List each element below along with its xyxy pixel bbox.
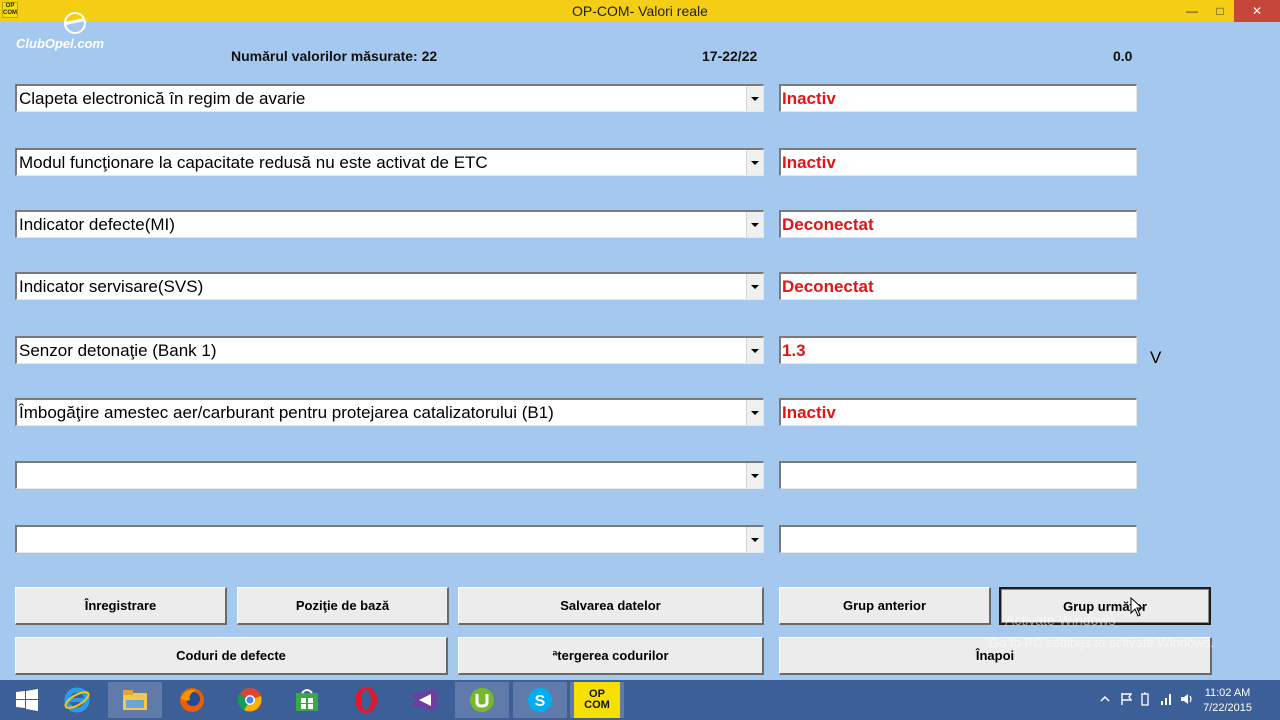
window-controls: — □ ✕	[1178, 0, 1280, 22]
param-value: Deconectat	[782, 215, 874, 234]
value-field-6: Inactiv	[779, 398, 1137, 426]
visual-studio-icon[interactable]	[397, 682, 451, 718]
start-icon[interactable]	[0, 682, 54, 718]
value-field-4: Deconectat	[779, 272, 1137, 300]
chrome-icon[interactable]	[223, 682, 277, 718]
speaker-icon[interactable]	[1180, 692, 1192, 706]
opcom-icon[interactable]: OP COM	[570, 682, 624, 718]
param-select-8[interactable]	[15, 525, 764, 553]
value-field-2: Inactiv	[779, 148, 1137, 176]
unit-label: V	[1150, 348, 1162, 367]
param-value: 1.3	[782, 341, 806, 360]
group-range-label: 17-22/22	[702, 48, 758, 64]
param-label: Clapeta electronică în regim de avarie	[19, 89, 306, 108]
param-select-1[interactable]: Clapeta electronică în regim de avarie	[15, 84, 764, 112]
internet-explorer-icon[interactable]	[50, 682, 104, 718]
opera-icon[interactable]	[339, 682, 393, 718]
chevron-down-icon[interactable]	[746, 274, 763, 299]
mouse-cursor-icon	[1130, 597, 1144, 617]
fault-codes-button[interactable]: Coduri de defecte	[15, 637, 448, 675]
value-field-7	[779, 461, 1137, 489]
utorrent-icon[interactable]	[455, 682, 509, 718]
save-data-button[interactable]: Salvarea datelor	[458, 587, 764, 625]
param-label: Indicator defecte(MI)	[19, 215, 175, 234]
clubopel-logo: ClubOpel.com	[14, 12, 124, 56]
value-field-1: Inactiv	[779, 84, 1137, 112]
param-label: Modul funcţionare la capacitate redusă n…	[19, 153, 488, 172]
param-value: Deconectat	[782, 277, 874, 296]
network-icon[interactable]	[1160, 692, 1171, 706]
chevron-down-icon[interactable]	[746, 86, 763, 111]
clear-codes-button[interactable]: ªtergerea codurilor	[458, 637, 764, 675]
param-label: Indicator servisare(SVS)	[19, 277, 204, 296]
close-button[interactable]: ✕	[1234, 0, 1280, 22]
logo-text: ClubOpel.com	[16, 36, 105, 51]
param-label: Îmbogăţire amestec aer/carburant pentru …	[19, 403, 554, 422]
record-button[interactable]: Înregistrare	[15, 587, 227, 625]
param-select-4[interactable]: Indicator servisare(SVS)	[15, 272, 764, 300]
flag-icon[interactable]	[1120, 692, 1133, 706]
chevron-down-icon[interactable]	[746, 338, 763, 363]
measured-count-label: Numărul valorilor măsurate: 22	[231, 48, 438, 64]
window-title: OP-COM- Valori reale	[572, 3, 708, 19]
system-tray	[1100, 692, 1192, 706]
param-label: Senzor detonaţie (Bank 1)	[19, 341, 217, 360]
battery-icon[interactable]	[1140, 692, 1150, 706]
param-select-7[interactable]	[15, 461, 764, 489]
param-value: Inactiv	[782, 89, 836, 108]
time-value-label: 0.0	[1113, 48, 1133, 64]
minimize-button[interactable]: —	[1178, 0, 1206, 22]
param-value: Inactiv	[782, 153, 836, 172]
param-select-6[interactable]: Îmbogăţire amestec aer/carburant pentru …	[15, 398, 764, 426]
opcom-taskbar-label: OP COM	[574, 682, 620, 718]
param-select-3[interactable]: Indicator defecte(MI)	[15, 210, 764, 238]
param-value: Inactiv	[782, 403, 836, 422]
activate-windows-hint: Go to PC settings to activate Windows.	[989, 635, 1214, 650]
param-select-2[interactable]: Modul funcţionare la capacitate redusă n…	[15, 148, 764, 176]
chevron-down-icon[interactable]	[746, 150, 763, 175]
skype-icon[interactable]: S	[513, 682, 567, 718]
chevron-down-icon[interactable]	[746, 527, 763, 552]
activate-windows-title: Activate Windows	[1005, 612, 1116, 628]
chevron-up-icon[interactable]	[1100, 692, 1110, 706]
store-icon[interactable]	[280, 682, 334, 718]
svg-text:S: S	[535, 693, 546, 710]
taskbar: S OP COM 11:02 AM 7/22/2015	[0, 680, 1280, 720]
base-position-button[interactable]: Poziţie de bază	[237, 587, 449, 625]
chevron-down-icon[interactable]	[746, 463, 763, 488]
maximize-button[interactable]: □	[1206, 0, 1234, 22]
chevron-down-icon[interactable]	[746, 212, 763, 237]
clock-date: 7/22/2015	[1203, 702, 1252, 714]
firefox-icon[interactable]	[165, 682, 219, 718]
value-field-8	[779, 525, 1137, 553]
param-select-5[interactable]: Senzor detonaţie (Bank 1)	[15, 336, 764, 364]
title-bar: OP COM OP-COM- Valori reale — □ ✕	[0, 0, 1280, 22]
taskbar-clock[interactable]: 11:02 AM 7/22/2015	[1203, 686, 1252, 716]
value-field-3: Deconectat	[779, 210, 1137, 238]
file-explorer-icon[interactable]	[108, 682, 162, 718]
value-field-5: 1.3	[779, 336, 1137, 364]
clock-time: 11:02 AM	[1204, 687, 1251, 699]
previous-group-button[interactable]: Grup anterior	[779, 587, 991, 625]
chevron-down-icon[interactable]	[746, 400, 763, 425]
